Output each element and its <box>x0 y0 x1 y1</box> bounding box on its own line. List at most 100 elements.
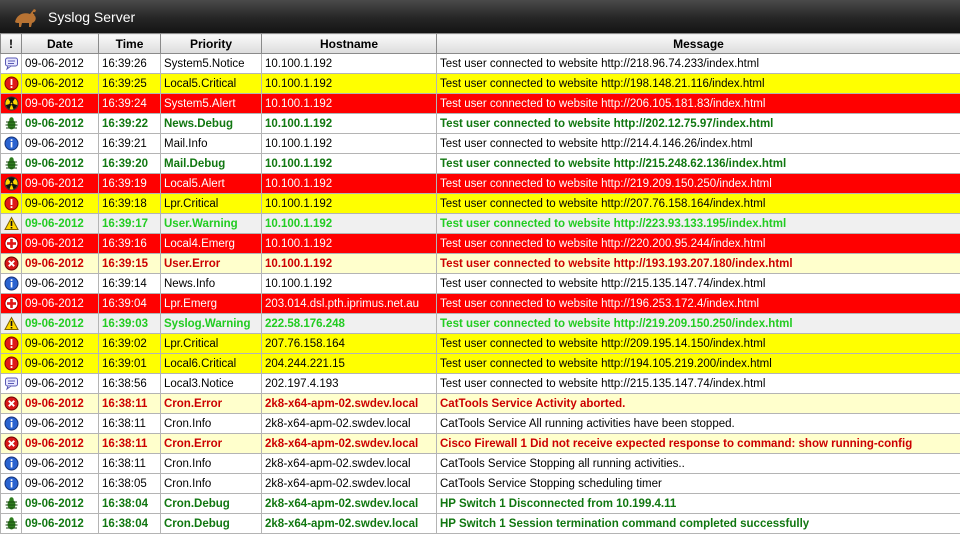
hostname-cell: 203.014.dsl.pth.iprimus.net.au <box>261 293 437 314</box>
column-header-hostname[interactable]: Hostname <box>261 33 437 54</box>
date-cell: 09-06-2012 <box>21 113 99 134</box>
hostname-cell: 2k8-x64-apm-02.swdev.local <box>261 453 437 474</box>
time-cell: 16:39:20 <box>98 153 161 174</box>
hostname-cell: 10.100.1.192 <box>261 133 437 154</box>
log-row[interactable]: 09-06-2012 16:39:02 Lpr.Critical 207.76.158… <box>0 333 960 354</box>
log-row[interactable]: 09-06-2012 16:38:11 Cron.Info 2k8-x64-apm-0… <box>0 413 960 434</box>
error-icon <box>0 393 22 414</box>
emergency-icon <box>0 233 22 254</box>
time-cell: 16:39:17 <box>98 213 161 234</box>
message-cell: CatTools Service Stopping scheduling tim… <box>436 473 960 494</box>
date-cell: 09-06-2012 <box>21 433 99 454</box>
debug-icon <box>0 153 22 174</box>
date-cell: 09-06-2012 <box>21 253 99 274</box>
time-cell: 16:38:11 <box>98 433 161 454</box>
hostname-cell: 204.244.221.15 <box>261 353 437 374</box>
log-row[interactable]: 09-06-2012 16:39:26 System5.Notice 10.100.1… <box>0 53 960 74</box>
hostname-cell: 10.100.1.192 <box>261 73 437 94</box>
message-cell: Test user connected to website http://20… <box>436 333 960 354</box>
date-cell: 09-06-2012 <box>21 133 99 154</box>
priority-cell: System5.Alert <box>160 93 262 114</box>
date-cell: 09-06-2012 <box>21 213 99 234</box>
log-row[interactable]: 09-06-2012 16:38:11 Cron.Error 2k8-x64-apm-… <box>0 393 960 414</box>
hostname-cell: 10.100.1.192 <box>261 53 437 74</box>
priority-cell: Local6.Critical <box>160 353 262 374</box>
time-cell: 16:39:01 <box>98 353 161 374</box>
log-row[interactable]: 09-06-2012 16:39:15 User.Error 10.100.1.192… <box>0 253 960 274</box>
info-icon <box>0 413 22 434</box>
time-cell: 16:39:15 <box>98 253 161 274</box>
log-row[interactable]: 09-06-2012 16:38:11 Cron.Info 2k8-x64-apm-0… <box>0 453 960 474</box>
time-cell: 16:38:04 <box>98 493 161 514</box>
column-header-icon[interactable]: ! <box>0 33 22 54</box>
priority-cell: Mail.Debug <box>160 153 262 174</box>
date-cell: 09-06-2012 <box>21 73 99 94</box>
hostname-cell: 10.100.1.192 <box>261 253 437 274</box>
time-cell: 16:39:16 <box>98 233 161 254</box>
info-icon <box>0 273 22 294</box>
log-row[interactable]: 09-06-2012 16:39:01 Local6.Critical 204.244… <box>0 353 960 374</box>
column-header-date[interactable]: Date <box>21 33 99 54</box>
hostname-cell: 10.100.1.192 <box>261 93 437 114</box>
log-row[interactable]: 09-06-2012 16:38:04 Cron.Debug 2k8-x64-apm-… <box>0 493 960 514</box>
log-row[interactable]: 09-06-2012 16:38:11 Cron.Error 2k8-x64-apm-… <box>0 433 960 454</box>
message-cell: Test user connected to website http://21… <box>436 313 960 334</box>
date-cell: 09-06-2012 <box>21 313 99 334</box>
hostname-cell: 2k8-x64-apm-02.swdev.local <box>261 513 437 534</box>
date-cell: 09-06-2012 <box>21 293 99 314</box>
time-cell: 16:39:21 <box>98 133 161 154</box>
priority-cell: News.Debug <box>160 113 262 134</box>
date-cell: 09-06-2012 <box>21 453 99 474</box>
column-header-time[interactable]: Time <box>98 33 161 54</box>
log-row[interactable]: 09-06-2012 16:39:04 Lpr.Emerg 203.014.dsl.p… <box>0 293 960 314</box>
message-cell: Test user connected to website http://21… <box>436 273 960 294</box>
message-cell: Test user connected to website http://22… <box>436 213 960 234</box>
time-cell: 16:39:02 <box>98 333 161 354</box>
debug-icon <box>0 493 22 514</box>
log-row[interactable]: 09-06-2012 16:39:16 Local4.Emerg 10.100.1.1… <box>0 233 960 254</box>
log-row[interactable]: 09-06-2012 16:39:18 Lpr.Critical 10.100.1.1… <box>0 193 960 214</box>
log-row[interactable]: 09-06-2012 16:39:17 User.Warning 10.100.1.1… <box>0 213 960 234</box>
date-cell: 09-06-2012 <box>21 333 99 354</box>
log-row[interactable]: 09-06-2012 16:39:19 Local5.Alert 10.100.1.1… <box>0 173 960 194</box>
log-row[interactable]: 09-06-2012 16:39:14 News.Info 10.100.1.192 T… <box>0 273 960 294</box>
hostname-cell: 2k8-x64-apm-02.swdev.local <box>261 493 437 514</box>
date-cell: 09-06-2012 <box>21 493 99 514</box>
log-table: ! Date Time Priority Hostname Message 09… <box>0 33 960 534</box>
alert-icon <box>0 93 22 114</box>
message-cell: Test user connected to website http://20… <box>436 113 960 134</box>
message-cell: CatTools Service Activity aborted. <box>436 393 960 414</box>
message-cell: Test user connected to website http://21… <box>436 133 960 154</box>
log-row[interactable]: 09-06-2012 16:39:03 Syslog.Warning 222.58.1… <box>0 313 960 334</box>
hostname-cell: 2k8-x64-apm-02.swdev.local <box>261 413 437 434</box>
message-cell: HP Switch 1 Disconnected from 10.199.4.1… <box>436 493 960 514</box>
log-row[interactable]: 09-06-2012 16:38:56 Local3.Notice 202.197.4… <box>0 373 960 394</box>
priority-cell: Lpr.Emerg <box>160 293 262 314</box>
date-cell: 09-06-2012 <box>21 153 99 174</box>
log-row[interactable]: 09-06-2012 16:38:04 Cron.Debug 2k8-x64-apm-… <box>0 513 960 534</box>
log-row[interactable]: 09-06-2012 16:39:20 Mail.Debug 10.100.1.192… <box>0 153 960 174</box>
log-row[interactable]: 09-06-2012 16:39:21 Mail.Info 10.100.1.192 T… <box>0 133 960 154</box>
column-header-message[interactable]: Message <box>436 33 960 54</box>
log-row[interactable]: 09-06-2012 16:39:22 News.Debug 10.100.1.192… <box>0 113 960 134</box>
priority-cell: User.Warning <box>160 213 262 234</box>
hostname-cell: 202.197.4.193 <box>261 373 437 394</box>
notice-icon <box>0 373 22 394</box>
column-header-priority[interactable]: Priority <box>160 33 262 54</box>
message-cell: Test user connected to website http://20… <box>436 93 960 114</box>
priority-cell: Syslog.Warning <box>160 313 262 334</box>
priority-cell: Local3.Notice <box>160 373 262 394</box>
message-cell: Test user connected to website http://21… <box>436 173 960 194</box>
message-cell: Test user connected to website http://19… <box>436 73 960 94</box>
critical-icon <box>0 353 22 374</box>
log-row[interactable]: 09-06-2012 16:39:24 System5.Alert 10.100.1.… <box>0 93 960 114</box>
hostname-cell: 10.100.1.192 <box>261 233 437 254</box>
date-cell: 09-06-2012 <box>21 413 99 434</box>
log-row[interactable]: 09-06-2012 16:38:05 Cron.Info 2k8-x64-apm-0… <box>0 473 960 494</box>
priority-cell: Local5.Critical <box>160 73 262 94</box>
priority-cell: Lpr.Critical <box>160 333 262 354</box>
log-row[interactable]: 09-06-2012 16:39:25 Local5.Critical 10.100.… <box>0 73 960 94</box>
emergency-icon <box>0 293 22 314</box>
error-icon <box>0 433 22 454</box>
hostname-cell: 10.100.1.192 <box>261 273 437 294</box>
